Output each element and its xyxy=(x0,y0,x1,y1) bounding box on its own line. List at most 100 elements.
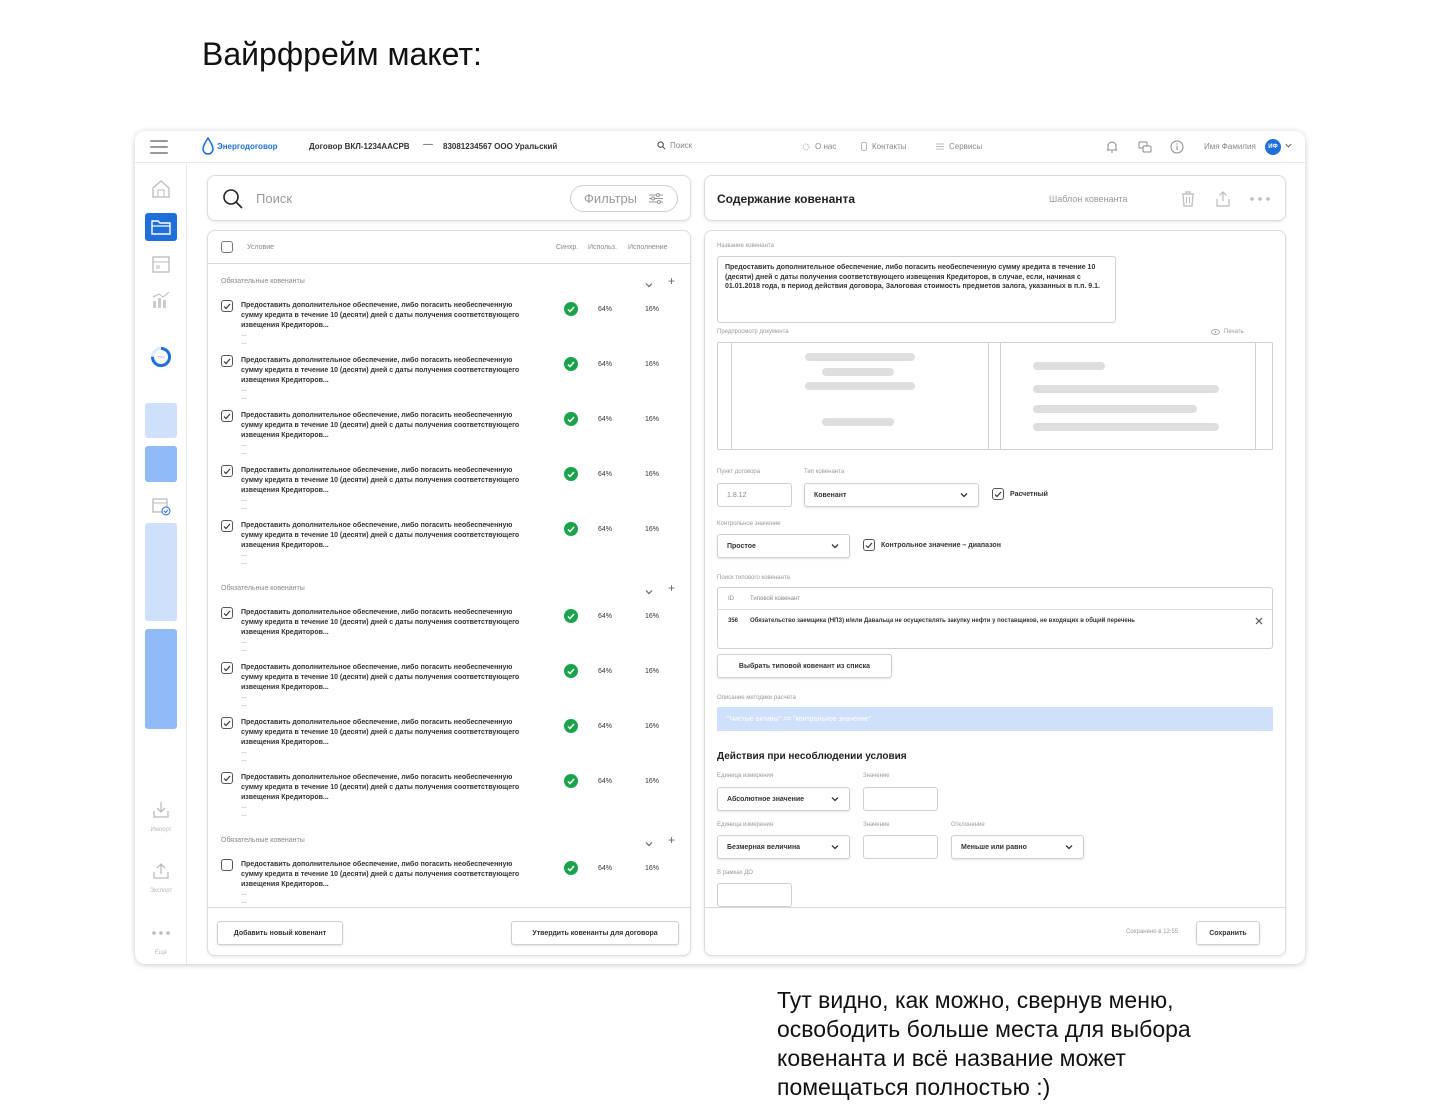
chart-icon[interactable] xyxy=(150,289,172,311)
more-icon[interactable] xyxy=(1249,196,1271,202)
column-usage[interactable]: Использ. xyxy=(588,244,617,251)
clause-input[interactable]: 1.8.12 xyxy=(717,483,792,507)
nav-contacts[interactable]: Контакты xyxy=(861,142,907,151)
value-input-1[interactable] xyxy=(863,787,938,811)
row-checkbox[interactable] xyxy=(221,859,233,871)
unit-select-2[interactable]: Безмерная величина xyxy=(717,835,850,859)
row-checkbox[interactable] xyxy=(221,410,233,422)
list-item[interactable]: Предоставить дополнительное обеспечение,… xyxy=(208,714,690,769)
bell-icon[interactable] xyxy=(1105,140,1119,154)
row-checkbox[interactable] xyxy=(221,662,233,674)
list-item[interactable]: Предоставить дополнительное обеспечение,… xyxy=(208,659,690,714)
group-header[interactable]: Обязательные ковенанты + xyxy=(208,572,690,604)
chevron-down-icon[interactable] xyxy=(1284,141,1293,150)
add-covenant-button[interactable]: Добавить новый ковенант xyxy=(217,921,343,945)
list-item[interactable]: Предоставить дополнительное обеспечение,… xyxy=(208,407,690,462)
row-text: Предоставить дополнительное обеспечение,… xyxy=(241,860,531,906)
row-checkbox[interactable] xyxy=(221,520,233,532)
print-button[interactable]: Печать xyxy=(1211,329,1244,335)
preview-page[interactable] xyxy=(1000,343,1256,449)
check-icon xyxy=(567,526,575,533)
group-header[interactable]: Обязательные ковенанты + xyxy=(208,824,690,856)
collapse-button[interactable] xyxy=(644,277,654,295)
user-name[interactable]: Имя Фамилия xyxy=(1204,142,1256,151)
column-execution[interactable]: Исполнение xyxy=(628,244,668,251)
sync-ok-icon xyxy=(564,412,578,426)
document-preview[interactable] xyxy=(717,342,1273,450)
export-icon[interactable] xyxy=(150,860,172,882)
nav-about[interactable]: О нас xyxy=(802,142,836,151)
logo[interactable]: Энергодоговор xyxy=(202,137,278,155)
range-checkbox[interactable]: Контрольное значение – диапазон xyxy=(863,539,1001,551)
preview-page[interactable] xyxy=(731,343,989,449)
template-link[interactable]: Шаблон ковенанта xyxy=(1049,194,1128,204)
list-icon xyxy=(936,143,944,150)
list-item[interactable]: Предоставить дополнительное обеспечение,… xyxy=(208,517,690,572)
sidebar-block[interactable] xyxy=(145,446,177,482)
column-condition[interactable]: Условие xyxy=(247,244,274,251)
row-checkbox[interactable] xyxy=(221,717,233,729)
more-icon[interactable] xyxy=(150,923,172,945)
list-item[interactable]: Предоставить дополнительное обеспечение,… xyxy=(208,856,690,911)
name-textarea[interactable]: Предоставить дополнительное обеспечение,… xyxy=(717,256,1116,323)
import-icon[interactable] xyxy=(150,799,172,821)
avatar[interactable]: ИФ xyxy=(1265,139,1281,155)
sidebar-block[interactable] xyxy=(145,403,177,438)
checkbox[interactable] xyxy=(863,539,875,551)
calendar-check-icon[interactable] xyxy=(150,495,172,517)
unit-select-1[interactable]: Абсолютное значение xyxy=(717,787,850,811)
choose-typical-button[interactable]: Выбрать типовой ковенант из списка xyxy=(717,654,892,678)
search-input[interactable]: Поиск xyxy=(256,191,292,206)
row-checkbox[interactable] xyxy=(221,355,233,367)
row-ellipsis: ... xyxy=(241,811,247,818)
row-checkbox[interactable] xyxy=(221,772,233,784)
add-to-group-button[interactable]: + xyxy=(668,833,675,847)
list-item[interactable]: Предоставить дополнительное обеспечение,… xyxy=(208,297,690,352)
chat-icon[interactable] xyxy=(1138,140,1152,154)
collapse-button[interactable] xyxy=(644,584,654,602)
row-usage: 64% xyxy=(598,865,613,872)
list-item[interactable]: Предоставить дополнительное обеспечение,… xyxy=(208,769,690,824)
list-item[interactable]: Предоставить дополнительное обеспечение,… xyxy=(208,352,690,407)
select-all-checkbox[interactable] xyxy=(221,241,233,253)
close-icon[interactable] xyxy=(1255,617,1263,625)
value-input-2[interactable] xyxy=(863,835,938,859)
checkbox[interactable] xyxy=(992,488,1004,500)
home-icon[interactable] xyxy=(150,178,172,200)
row-checkbox[interactable] xyxy=(221,607,233,619)
type-select[interactable]: Ковенант xyxy=(804,483,979,507)
approve-covenants-button[interactable]: Утвердить ковенанты для договора xyxy=(511,921,679,945)
info-icon[interactable] xyxy=(1170,140,1184,154)
nav-services[interactable]: Сервисы xyxy=(936,142,982,151)
column-typical: Типовой ковенант xyxy=(750,596,801,602)
group-header[interactable]: Обязательные ковенанты + xyxy=(208,265,690,297)
sidebar-item-folder[interactable] xyxy=(145,213,177,241)
method-field[interactable]: "Чистые активы" >= "контрольное значение… xyxy=(717,707,1273,731)
list-item[interactable]: Предоставить дополнительное обеспечение,… xyxy=(208,462,690,517)
company-name[interactable]: 83081234567 ООО Уральский xyxy=(443,142,557,151)
filters-button[interactable]: Фильтры xyxy=(570,185,678,212)
sidebar-block[interactable] xyxy=(145,523,177,621)
menu-icon[interactable] xyxy=(150,140,168,154)
calc-checkbox[interactable]: Расчетный xyxy=(992,488,1048,500)
list-item[interactable]: Предоставить дополнительное обеспечение,… xyxy=(208,604,690,659)
save-button[interactable]: Сохранить xyxy=(1196,921,1260,945)
calendar-icon[interactable] xyxy=(150,253,172,275)
add-to-group-button[interactable]: + xyxy=(668,274,675,288)
contract-number[interactable]: Договор ВКЛ-1234ААСРВ xyxy=(309,142,410,151)
control-select[interactable]: Простое xyxy=(717,534,850,558)
row-checkbox[interactable] xyxy=(221,465,233,477)
progress-text: 75% xyxy=(157,355,165,360)
column-sync[interactable]: Синхр. xyxy=(556,244,578,251)
row-checkbox[interactable] xyxy=(221,300,233,312)
trash-icon[interactable] xyxy=(1179,190,1197,208)
deviation-select[interactable]: Меньше или равно xyxy=(951,835,1084,859)
do-input[interactable] xyxy=(717,883,792,907)
top-search[interactable]: Поиск xyxy=(657,141,692,150)
typical-table-row[interactable]: 356 Обязательство заемщика (НПЗ) и/или Д… xyxy=(718,610,1272,648)
add-to-group-button[interactable]: + xyxy=(668,581,675,595)
share-icon[interactable] xyxy=(1214,190,1232,208)
typical-covenant-table[interactable]: ID Типовой ковенант 356 Обязательство за… xyxy=(717,587,1273,649)
sidebar-block[interactable] xyxy=(145,629,177,729)
collapse-button[interactable] xyxy=(644,836,654,854)
